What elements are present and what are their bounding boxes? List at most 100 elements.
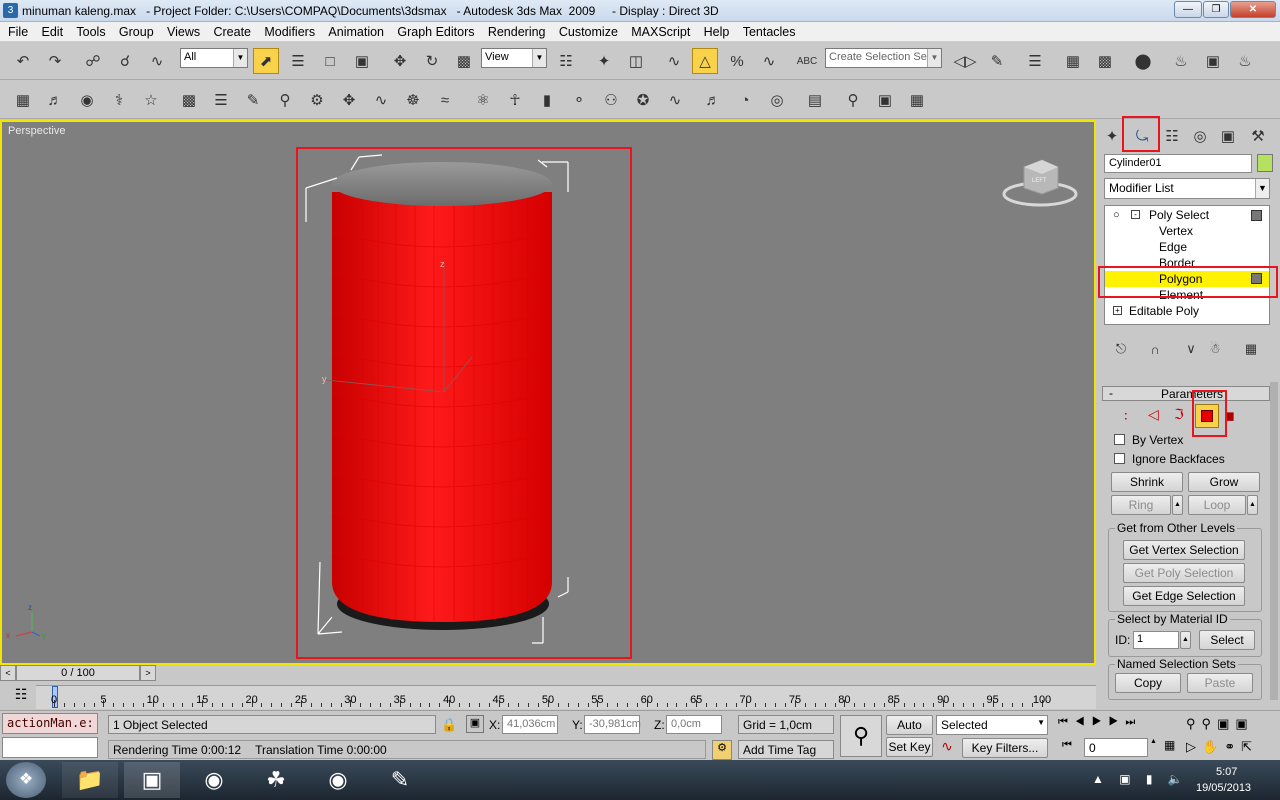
loop-spinner[interactable]: ▲ [1247,495,1258,515]
select-button[interactable]: Select [1199,630,1255,650]
keyboard-shortcut-icon[interactable]: ◫ [623,48,649,74]
orbit-icon[interactable]: ⚭ [1224,739,1241,754]
clock-date[interactable]: 19/05/2013 [1196,782,1251,794]
menu-animation[interactable]: Animation [328,22,384,39]
material-id-spinner[interactable]: ▲ [1180,631,1191,649]
tool-icon-8[interactable]: ✎ [240,87,266,113]
select-manipulate-icon[interactable]: ✦ [591,48,617,74]
set-key-icon[interactable]: ⚲ [840,715,882,757]
edge-subobject-icon[interactable]: ◁ [1148,406,1159,423]
frame-spinner[interactable]: ▲ [1150,738,1160,757]
tool-icon-22[interactable]: ♬ [700,87,726,113]
zoom-extents-all-icon[interactable]: ▣ [1235,716,1253,731]
menu-create[interactable]: Create [213,22,251,39]
panel-scrollbar[interactable] [1270,382,1278,700]
menu-help[interactable]: Help [704,22,730,39]
named-selection-set-dropdown[interactable]: Create Selection Set ▼ [825,48,942,68]
undo-icon[interactable]: ↶ [10,48,36,74]
window-crossing-icon[interactable]: ▣ [349,48,375,74]
schematic-view-icon[interactable]: ▩ [1092,48,1118,74]
wave-icon[interactable]: ≈ [432,87,458,113]
unlink-icon[interactable]: ☌ [112,48,138,74]
sphere-icon[interactable]: ◉ [74,87,100,113]
viewport-perspective[interactable]: Perspective z y LEFT z x y [0,120,1096,665]
stack-item-poly-select[interactable]: Poly Select [1149,208,1209,222]
quick-render-icon[interactable]: ♨ [1232,48,1258,74]
pivot-center-icon[interactable]: ☷ [553,48,579,74]
pin-stack-icon[interactable]: ⎋ [1110,338,1132,360]
align-icon[interactable]: ✎ [984,48,1010,74]
collapse-icon[interactable]: - [1131,210,1140,219]
x-coordinate-field[interactable]: 41,036cm [502,715,558,734]
snap-3d-icon[interactable]: ∿ [661,48,687,74]
camera-icon[interactable]: ▣ [872,87,898,113]
show-end-result-icon[interactable]: ∩ [1144,338,1166,360]
tool-icon-18[interactable]: ⚬ [566,87,592,113]
select-link-icon[interactable]: ☍ [80,48,106,74]
menu-group[interactable]: Group [119,22,154,39]
time-slider[interactable]: 0 / 100 [16,665,140,681]
close-button[interactable]: ✕ [1230,1,1276,18]
menu-modifiers[interactable]: Modifiers [264,22,315,39]
zoom-all-icon[interactable]: ⚲ [1202,716,1218,731]
menu-rendering[interactable]: Rendering [488,22,546,39]
ring-spinner[interactable]: ▲ [1172,495,1183,515]
key-mode-toggle-icon[interactable]: ⏮ [1062,739,1072,752]
rectangular-selection-icon[interactable]: □ [317,48,343,74]
render-setup-icon[interactable]: ♨ [1168,48,1194,74]
corel-icon[interactable]: ☘ [248,762,304,798]
z-coordinate-field[interactable]: 0,0cm [666,715,722,734]
zoom-extents-icon[interactable]: ▣ [1217,716,1235,731]
lock-selection-icon[interactable]: 🔒 [441,717,457,733]
move-icon[interactable]: ✥ [387,48,413,74]
absolute-mode-icon[interactable]: ▣ [466,715,484,733]
tool-icon-16[interactable]: ☥ [502,87,528,113]
3dsmax-taskbar-icon[interactable]: ▣ [124,762,180,798]
tool-icon-13[interactable]: ☸ [400,87,426,113]
bind-space-warp-icon[interactable]: ∿ [144,48,170,74]
material-editor-icon[interactable]: ⬤ [1130,48,1156,74]
tool-icon-24[interactable]: ◎ [764,87,790,113]
minimize-button[interactable]: — [1174,1,1202,18]
stack-item-vertex[interactable]: Vertex [1159,224,1193,238]
create-tab-icon[interactable]: ✦ [1100,124,1124,148]
key-mode-dropdown[interactable]: Selected ▼ [936,715,1048,735]
by-vertex-checkbox[interactable] [1114,434,1125,445]
expand-icon[interactable]: + [1113,306,1122,315]
border-subobject-icon[interactable]: ℑ [1174,406,1184,423]
firefox-icon[interactable]: ◉ [310,762,366,798]
tool-icon-19[interactable]: ⚇ [598,87,624,113]
gear-icon[interactable]: ⚙ [304,87,330,113]
set-key-button[interactable]: Set Key [886,737,933,757]
tool-icon-21[interactable]: ∿ [662,87,688,113]
timeslider-next-icon[interactable]: > [140,665,156,681]
mirror-icon[interactable]: ◁▷ [952,48,978,74]
get-poly-selection-button[interactable]: Get Poly Selection [1123,563,1245,583]
tool-icon-15[interactable]: ⚛ [470,87,496,113]
menu-maxscript[interactable]: MAXScript [631,22,690,39]
rotate-icon[interactable]: ↻ [419,48,445,74]
tool-icon-9[interactable]: ⚲ [272,87,298,113]
tool-icon-20[interactable]: ✪ [630,87,656,113]
next-frame-icon[interactable]: ▶ [1109,716,1126,728]
zoom-icon[interactable]: ⚲ [1186,716,1202,731]
display-tab-icon[interactable]: ▣ [1216,124,1240,148]
material-id-field[interactable]: 1 [1133,631,1179,649]
hierarchy-tab-icon[interactable]: ☷ [1160,124,1184,148]
paste-button[interactable]: Paste [1187,673,1253,693]
maxscript-input[interactable] [2,737,98,758]
go-to-start-icon[interactable]: ⏮ [1058,716,1075,728]
tool-icon-2[interactable]: ♬ [42,87,68,113]
ignore-backfaces-checkbox[interactable] [1114,453,1125,464]
tool-icon-26[interactable]: ⚲ [840,87,866,113]
stack-icon[interactable]: ☰ [208,87,234,113]
redo-icon[interactable]: ↷ [42,48,68,74]
tool-icon-1[interactable]: ▦ [10,87,36,113]
tool-icon-4[interactable]: ⚕ [106,87,132,113]
menu-customize[interactable]: Customize [559,22,618,39]
timeslider-prev-icon[interactable]: < [0,665,16,681]
media-player-icon[interactable]: ◉ [186,762,242,798]
previous-frame-icon[interactable]: ◀ [1075,716,1092,728]
viewcube[interactable]: LEFT [1002,159,1078,207]
remove-modifier-icon[interactable]: ☃ [1204,338,1226,360]
